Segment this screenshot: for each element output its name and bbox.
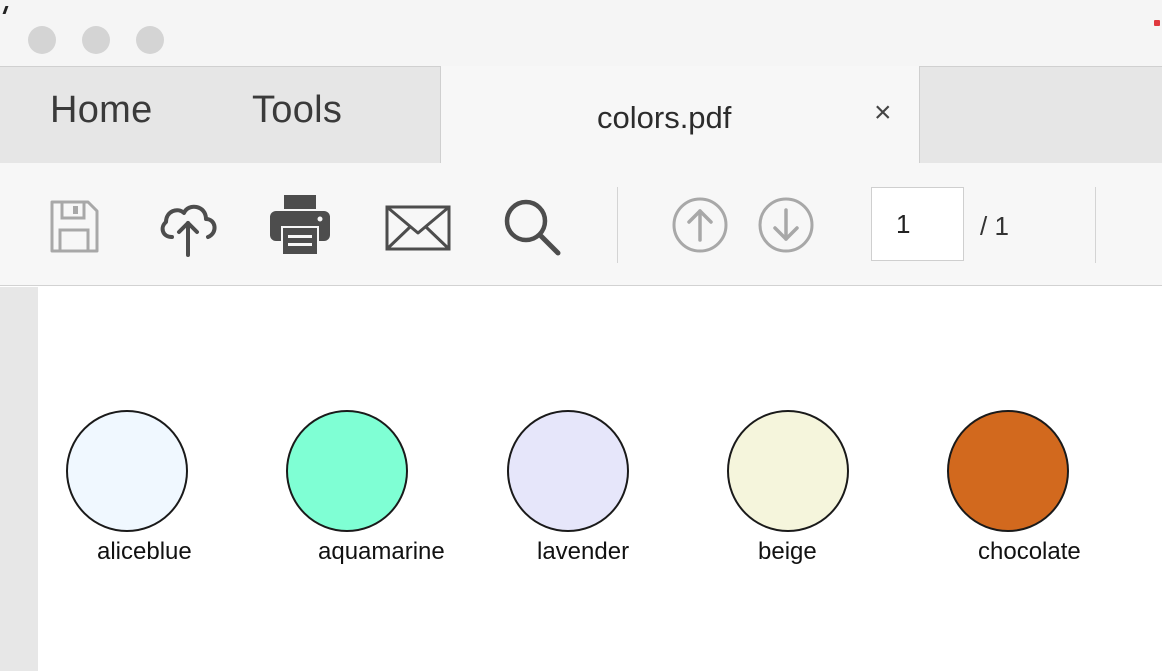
swatch-label: aquamarine — [318, 538, 445, 565]
tab-document[interactable]: colors.pdf × — [440, 66, 920, 164]
color-swatch-lavender — [507, 410, 629, 532]
document-view[interactable]: aliceblue aquamarine lavender beige choc… — [0, 287, 1162, 671]
color-swatch-aquamarine — [286, 410, 408, 532]
page-up-icon[interactable] — [670, 195, 730, 255]
color-swatch-aliceblue — [66, 410, 188, 532]
color-swatch-beige — [727, 410, 849, 532]
page-number-input[interactable] — [871, 187, 964, 261]
swatch-label: chocolate — [978, 538, 1081, 565]
document-side-gutter — [0, 287, 38, 671]
color-swatch-chocolate — [947, 410, 1069, 532]
toolbar-separator — [617, 187, 618, 263]
print-icon[interactable] — [268, 193, 332, 257]
notification-dot — [1154, 20, 1160, 26]
tab-bar: Home Tools colors.pdf × — [0, 66, 1162, 164]
window-close-button[interactable] — [28, 26, 56, 54]
toolbar: / 1 — [0, 163, 1162, 286]
swatch-label: beige — [758, 538, 817, 565]
email-icon[interactable] — [385, 205, 451, 251]
search-icon[interactable] — [502, 197, 562, 257]
swatch-label: lavender — [537, 538, 630, 565]
tab-home[interactable]: Home — [50, 89, 153, 132]
close-tab-button[interactable]: × — [874, 98, 892, 128]
page-down-icon[interactable] — [756, 195, 816, 255]
tab-tools[interactable]: Tools — [252, 89, 342, 132]
app-window: Home Tools colors.pdf × 1 / 1 aliceblue … — [0, 0, 1162, 671]
corner-mark — [2, 6, 9, 14]
title-bar — [0, 0, 1162, 66]
window-minimize-button[interactable] — [82, 26, 110, 54]
save-icon[interactable] — [48, 199, 100, 255]
swatch-label: aliceblue — [97, 538, 192, 565]
page-total: / 1 — [980, 211, 1009, 241]
document-tab-title: colors.pdf — [597, 100, 732, 135]
upload-cloud-icon[interactable] — [156, 197, 220, 259]
window-zoom-button[interactable] — [136, 26, 164, 54]
toolbar-separator — [1095, 187, 1096, 263]
